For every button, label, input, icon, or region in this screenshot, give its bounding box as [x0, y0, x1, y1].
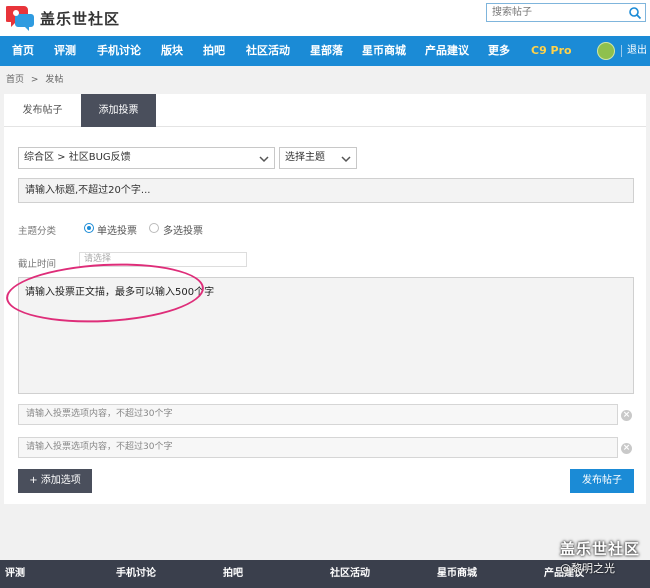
- vote-option-input[interactable]: 请输入投票选项内容，不超过30个字: [18, 404, 618, 425]
- nav-item-c9-pro[interactable]: C9 Pro: [531, 36, 572, 66]
- breadcrumb-separator: >: [30, 75, 39, 85]
- tab-publish-post[interactable]: 发布帖子: [4, 94, 81, 127]
- breadcrumb: 首页 > 发帖: [6, 72, 67, 85]
- top-header: 盖乐世社区: [0, 0, 650, 36]
- footer-item-photo[interactable]: 拍吧: [223, 560, 243, 588]
- user-avatar[interactable]: [597, 42, 615, 60]
- forum-select-value: 综合区 > 社区BUG反馈: [24, 152, 131, 163]
- tab-add-vote[interactable]: 添加投票: [81, 94, 156, 127]
- deadline-label: 截止时间: [18, 259, 57, 270]
- search-icon[interactable]: [628, 6, 642, 20]
- logout-link[interactable]: 退出: [627, 36, 647, 66]
- multi-vote-radio[interactable]: [149, 223, 159, 233]
- nav-divider: [621, 45, 622, 57]
- multi-vote-label[interactable]: 多选投票: [163, 222, 203, 237]
- main-nav: 首页 评测 手机讨论 版块 拍吧 社区活动 星部落 星币商城 产品建议 更多 C…: [0, 36, 650, 66]
- brand-name[interactable]: 盖乐世社区: [40, 8, 120, 29]
- topic-category-label: 主题分类: [18, 226, 57, 237]
- chevron-down-icon: [259, 152, 269, 163]
- title-input[interactable]: 请输入标题,不超过20个字...: [18, 178, 634, 203]
- nav-item-more[interactable]: 更多: [488, 36, 510, 66]
- remove-option-icon[interactable]: ×: [621, 410, 632, 421]
- add-option-button[interactable]: + 添加选项: [18, 469, 92, 493]
- nav-item-coin-store[interactable]: 星币商城: [362, 36, 406, 66]
- topic-select-value: 选择主题: [285, 152, 325, 163]
- watermark-brand: 盖乐世社区: [560, 540, 641, 558]
- search-box[interactable]: [486, 3, 646, 22]
- breadcrumb-home[interactable]: 首页: [6, 75, 24, 85]
- nav-item-home[interactable]: 首页: [12, 36, 34, 66]
- vote-option-input[interactable]: 请输入投票选项内容，不超过30个字: [18, 437, 618, 458]
- publish-post-button[interactable]: 发布帖子: [570, 469, 634, 493]
- nav-item-events[interactable]: 社区活动: [246, 36, 290, 66]
- footer-nav: 评测 手机讨论 拍吧 社区活动 星币商城 产品建议: [0, 560, 650, 588]
- editor-tabs: 发布帖子 添加投票: [4, 94, 646, 127]
- breadcrumb-current: 发帖: [45, 75, 64, 85]
- remove-option-icon[interactable]: ×: [621, 443, 632, 454]
- topic-select[interactable]: 选择主题: [279, 147, 357, 169]
- chevron-down-icon: [341, 152, 351, 163]
- forum-select[interactable]: 综合区 > 社区BUG反馈: [18, 147, 275, 169]
- nav-item-sections[interactable]: 版块: [161, 36, 183, 66]
- footer-item-reviews[interactable]: 评测: [5, 560, 25, 588]
- post-editor-card: 发布帖子 添加投票 综合区 > 社区BUG反馈 选择主题 请输入标题,不超过20…: [4, 94, 646, 504]
- search-input[interactable]: [487, 4, 625, 21]
- nav-item-suggestions[interactable]: 产品建议: [425, 36, 469, 66]
- footer-item-coin-store[interactable]: 星币商城: [437, 560, 477, 588]
- single-vote-label[interactable]: 单选投票: [97, 222, 137, 237]
- nav-item-photo[interactable]: 拍吧: [203, 36, 225, 66]
- footer-item-phone-discussion[interactable]: 手机讨论: [116, 560, 156, 588]
- footer-item-events[interactable]: 社区活动: [330, 560, 370, 588]
- single-vote-radio[interactable]: [84, 223, 94, 233]
- nav-item-tribes[interactable]: 星部落: [310, 36, 343, 66]
- nav-item-reviews[interactable]: 评测: [54, 36, 76, 66]
- nav-item-phone-discussion[interactable]: 手机讨论: [97, 36, 141, 66]
- watermark-author: @黎明之光: [560, 562, 615, 575]
- galaxy-community-logo-icon[interactable]: [4, 4, 36, 32]
